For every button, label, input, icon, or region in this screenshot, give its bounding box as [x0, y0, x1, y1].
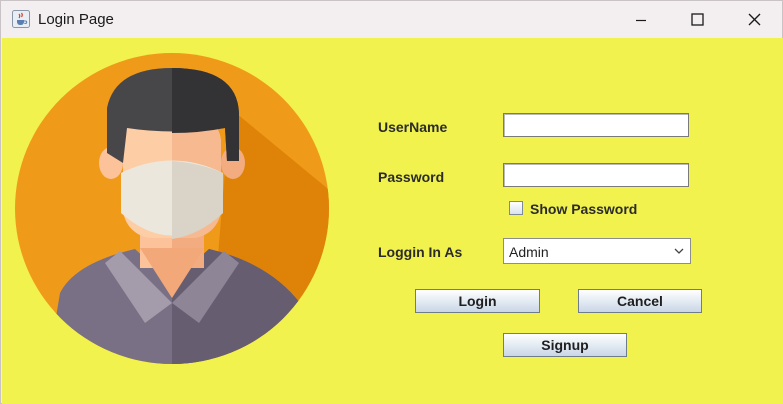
title-bar: Login Page	[1, 1, 782, 38]
password-label: Password	[378, 169, 445, 185]
chevron-down-icon	[674, 248, 684, 254]
maximize-icon	[690, 13, 704, 26]
password-input[interactable]	[503, 163, 689, 187]
username-input[interactable]	[503, 113, 689, 137]
login-as-label: Loggin In As	[378, 244, 463, 260]
minimize-icon	[636, 19, 646, 21]
login-as-select[interactable]: Admin	[503, 238, 691, 264]
show-password-checkbox[interactable]	[509, 201, 523, 215]
login-button[interactable]: Login	[415, 289, 540, 313]
login-as-selected-value: Admin	[509, 244, 549, 260]
username-label: UserName	[378, 119, 448, 135]
window-title: Login Page	[38, 11, 114, 28]
user-avatar-masked-icon	[15, 53, 329, 364]
close-icon	[748, 13, 760, 26]
show-password-label[interactable]: Show Password	[530, 201, 637, 217]
signup-button[interactable]: Signup	[503, 333, 627, 357]
java-coffee-icon	[12, 10, 30, 28]
close-button[interactable]	[726, 1, 782, 38]
minimize-button[interactable]	[613, 1, 669, 38]
cancel-button[interactable]: Cancel	[578, 289, 702, 313]
login-window: Login Page UserName Password Show Passwo…	[0, 0, 783, 404]
maximize-button[interactable]	[669, 1, 725, 38]
login-panel: UserName Password Show Password Loggin I…	[2, 38, 783, 404]
